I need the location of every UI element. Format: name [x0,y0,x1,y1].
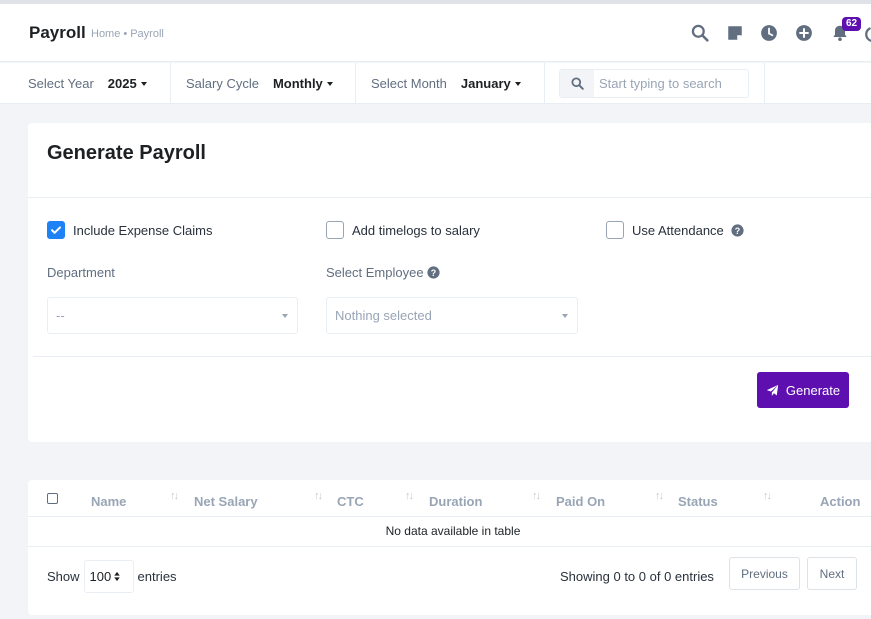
include-expense-claims-option[interactable]: Include Expense Claims [47,221,212,239]
divider [28,197,871,198]
include-expense-claims-label: Include Expense Claims [73,222,213,238]
sort-icon[interactable]: ↑↓ [763,490,772,502]
page-header: Payroll Home • Payroll 62 [0,4,871,62]
year-filter[interactable]: Select Year 2025 [0,63,171,104]
svg-text:?: ? [735,225,740,235]
year-filter-label: Select Year [28,76,94,91]
divider [764,63,765,104]
breadcrumb-separator: • [123,28,128,40]
entries-select-value: 100 [89,569,112,584]
month-filter[interactable]: Select Month January [356,63,545,104]
column-status[interactable]: Status [678,494,718,509]
employee-select-value: Nothing selected [335,308,432,323]
notification-badge: 62 [842,17,862,31]
table-info: Showing 0 to 0 of 0 entries [560,569,714,584]
salary-cycle-value[interactable]: Monthly [273,76,323,91]
column-ctc[interactable]: CTC [337,494,364,509]
previous-button[interactable]: Previous [729,557,800,590]
employee-label-wrap: Select Employee ? [326,265,440,280]
column-duration[interactable]: Duration [429,494,482,509]
employee-select[interactable]: Nothing selected [326,297,578,334]
generate-button[interactable]: Generate [757,372,849,408]
department-label: Department [47,265,115,280]
include-expense-claims-checkbox[interactable] [47,221,65,239]
caret-down-icon [282,314,288,318]
add-timelogs-label: Add timelogs to salary [352,222,480,238]
help-icon[interactable]: ? [426,266,440,279]
add-timelogs-checkbox[interactable] [326,221,344,239]
search-input[interactable] [594,70,744,97]
breadcrumb-home[interactable]: Home [91,28,120,40]
select-all-checkbox[interactable] [47,493,58,504]
month-filter-label: Select Month [371,76,447,91]
page-title: Payroll [29,23,86,42]
payroll-table-card: Name ↑↓ Net Salary ↑↓ CTC ↑↓ Duration ↑↓… [28,480,871,615]
column-name[interactable]: Name [91,494,126,509]
add-timelogs-option[interactable]: Add timelogs to salary [326,221,480,239]
use-attendance-label: Use Attendance [632,222,724,238]
month-filter-value[interactable]: January [461,76,511,91]
sort-icon[interactable]: ↑↓ [532,490,541,502]
entries-select[interactable]: 100 [83,560,134,593]
clock-icon[interactable] [760,24,778,42]
caret-down-icon [514,81,521,86]
help-icon[interactable]: ? [731,223,744,237]
breadcrumb-current: Payroll [130,28,164,40]
sort-updown-icon [114,571,120,582]
use-attendance-option[interactable]: Use Attendance ? [606,221,744,239]
filter-bar: Select Year 2025 Salary Cycle Monthly Se… [0,63,871,104]
caret-down-icon [562,314,568,318]
sort-icon[interactable]: ↑↓ [170,490,179,502]
sort-icon[interactable]: ↑↓ [314,490,323,502]
sticky-note-icon[interactable] [726,24,744,42]
add-circle-icon[interactable] [795,24,813,42]
search-icon [560,70,594,97]
breadcrumb: Home • Payroll [91,28,164,40]
column-net-salary[interactable]: Net Salary [194,494,258,509]
generate-payroll-title: Generate Payroll [47,142,206,164]
page-length-control: Show 100 entries [47,560,177,593]
entries-label: entries [137,569,177,584]
salary-cycle-label: Salary Cycle [186,76,259,91]
show-label: Show [47,569,80,584]
paper-plane-icon [766,384,779,396]
use-attendance-checkbox[interactable] [606,221,624,239]
sort-icon[interactable]: ↑↓ [655,490,664,502]
caret-down-icon [140,81,147,86]
column-action: Action [820,494,861,509]
empty-table-message: No data available in table [28,517,871,547]
year-filter-value[interactable]: 2025 [108,76,137,91]
svg-text:?: ? [430,268,435,278]
table-header: Name ↑↓ Net Salary ↑↓ CTC ↑↓ Duration ↑↓… [28,480,871,517]
column-paid-on[interactable]: Paid On [556,494,605,509]
search-box [559,69,749,98]
search-icon[interactable] [691,24,709,42]
table-footer: Show 100 entries Showing 0 to 0 of 0 ent… [28,547,871,615]
checkmark-icon [51,226,61,234]
generate-payroll-card: Generate Payroll Include Expense Claims … [28,123,871,442]
salary-cycle-filter[interactable]: Salary Cycle Monthly [171,63,356,104]
employee-label: Select Employee [326,265,424,280]
generate-button-label: Generate [785,382,841,398]
divider [33,356,871,357]
sort-icon[interactable]: ↑↓ [405,490,414,502]
power-icon[interactable] [864,24,871,42]
department-select[interactable]: -- [47,297,298,334]
department-select-value: -- [56,308,65,323]
next-button[interactable]: Next [807,557,857,590]
caret-down-icon [326,81,333,86]
